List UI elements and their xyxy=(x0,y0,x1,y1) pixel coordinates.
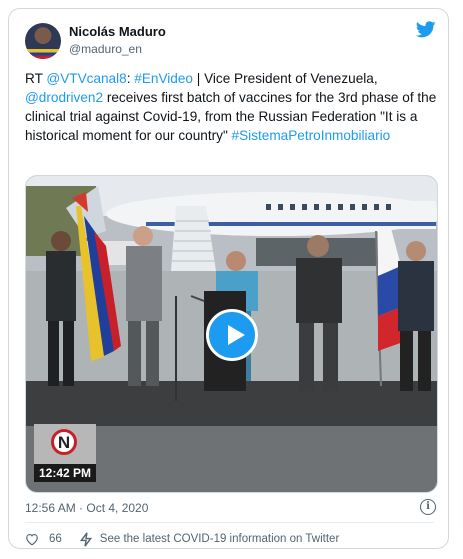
covid-info-link[interactable]: See the latest COVID-19 information on T… xyxy=(100,533,339,545)
author-avatar[interactable] xyxy=(25,23,61,59)
tweet-card: Nicolás Maduro @maduro_en RT @VTVcanal8:… xyxy=(8,8,449,549)
mention-drodriven2[interactable]: @drodriven2 xyxy=(25,90,103,105)
lightning-icon xyxy=(79,532,92,546)
heart-icon[interactable] xyxy=(25,533,39,546)
tweet-text: RT @VTVcanal8: #EnVideo | Vice President… xyxy=(25,69,437,145)
divider xyxy=(25,522,434,523)
hashtag-sistemapetroinmobiliario[interactable]: #SistemaPetroInmobiliario xyxy=(232,128,391,143)
mention-vtvcanal8[interactable]: @VTVcanal8 xyxy=(46,71,126,86)
author-name[interactable]: Nicolás Maduro xyxy=(69,24,166,39)
tweet-actions: 66 See the latest COVID-19 information o… xyxy=(25,530,339,548)
author-handle[interactable]: @maduro_en xyxy=(69,42,142,56)
channel-logo-letter: N xyxy=(51,429,77,455)
tweet-timestamp[interactable]: 12:56 AM · Oct 4, 2020 xyxy=(25,501,148,515)
twitter-bird-icon[interactable] xyxy=(416,21,436,38)
hashtag-envideo[interactable]: #EnVideo xyxy=(134,71,193,86)
video-clock: 12:42 PM xyxy=(34,464,96,482)
play-icon[interactable] xyxy=(206,309,258,361)
like-count[interactable]: 66 xyxy=(49,533,62,545)
tweet-text-part: | Vice President of Venezuela, xyxy=(192,71,378,86)
retweet-prefix: RT xyxy=(25,71,47,86)
info-icon[interactable]: i xyxy=(420,499,436,515)
channel-logo: N xyxy=(34,424,96,464)
video-player[interactable]: N 12:42 PM xyxy=(25,175,438,493)
